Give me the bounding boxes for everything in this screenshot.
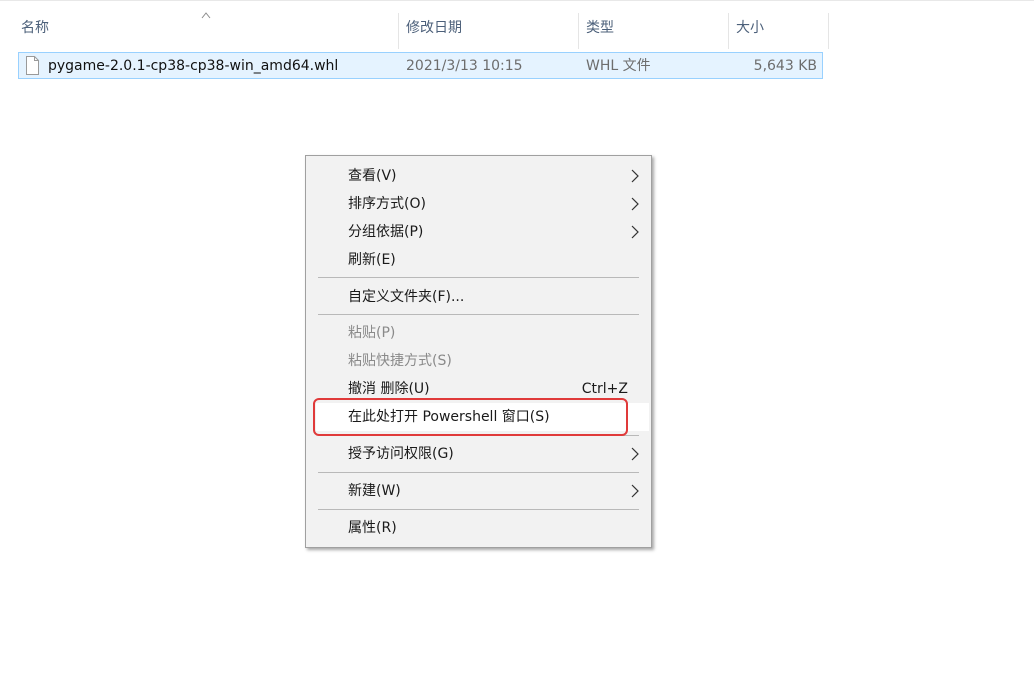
menu-item-give-access[interactable]: 授予访问权限(G) [306,440,651,468]
menu-item-group[interactable]: 分组依据(P) [306,218,651,246]
column-divider[interactable] [728,13,729,49]
menu-item-label: 新建(W) [348,483,401,499]
annotation-highlight-box [313,398,628,436]
menu-item-paste-shortcut[interactable]: 粘贴快捷方式(S) [306,347,651,375]
file-name: pygame-2.0.1-cp38-cp38-win_amd64.whl [48,58,339,74]
menu-item-label: 授予访问权限(G) [348,446,454,462]
chevron-right-icon [631,484,639,498]
menu-item-label: 分组依据(P) [348,224,424,240]
column-name[interactable]: 名称 [15,5,398,45]
menu-item-new[interactable]: 新建(W) [306,477,651,505]
menu-item-label: 刷新(E) [348,252,396,268]
file-icon [26,56,39,75]
column-divider[interactable] [578,13,579,49]
menu-item-label: 查看(V) [348,168,397,184]
chevron-right-icon [631,447,639,461]
column-name-label: 名称 [21,20,49,36]
menu-item-sort[interactable]: 排序方式(O) [306,190,651,218]
menu-item-properties[interactable]: 属性(R) [306,514,651,542]
column-divider[interactable] [398,13,399,49]
file-size: 5,643 KB [753,58,817,74]
context-menu: 查看(V) 排序方式(O) 分组依据(P) 刷新(E) 自定义文件夹(F)...… [305,155,652,548]
file-date: 2021/3/13 10:15 [406,58,523,74]
file-type: WHL 文件 [586,58,651,74]
column-size-label: 大小 [736,20,764,36]
menu-separator [318,314,639,315]
column-type[interactable]: 类型 [580,5,728,45]
column-date-label: 修改日期 [406,20,462,36]
menu-item-paste[interactable]: 粘贴(P) [306,319,651,347]
menu-item-view[interactable]: 查看(V) [306,162,651,190]
menu-item-customize-folder[interactable]: 自定义文件夹(F)... [306,283,651,311]
column-date[interactable]: 修改日期 [400,5,578,45]
menu-item-label: 粘贴快捷方式(S) [348,353,452,369]
column-size[interactable]: 大小 [730,5,828,45]
window-top-border [0,0,1034,1]
menu-item-label: 自定义文件夹(F)... [348,289,465,305]
menu-separator [318,277,639,278]
menu-separator [318,472,639,473]
file-row[interactable]: pygame-2.0.1-cp38-cp38-win_amd64.whl 202… [18,52,823,79]
menu-item-label: 属性(R) [348,520,397,536]
chevron-right-icon [631,225,639,239]
column-type-label: 类型 [586,20,614,36]
chevron-right-icon [631,169,639,183]
menu-item-refresh[interactable]: 刷新(E) [306,246,651,274]
menu-item-label: 粘贴(P) [348,325,396,341]
column-divider[interactable] [828,13,829,49]
menu-separator [318,509,639,510]
menu-item-label: 排序方式(O) [348,196,426,212]
column-header: 名称 修改日期 类型 大小 [0,5,830,49]
chevron-right-icon [631,197,639,211]
